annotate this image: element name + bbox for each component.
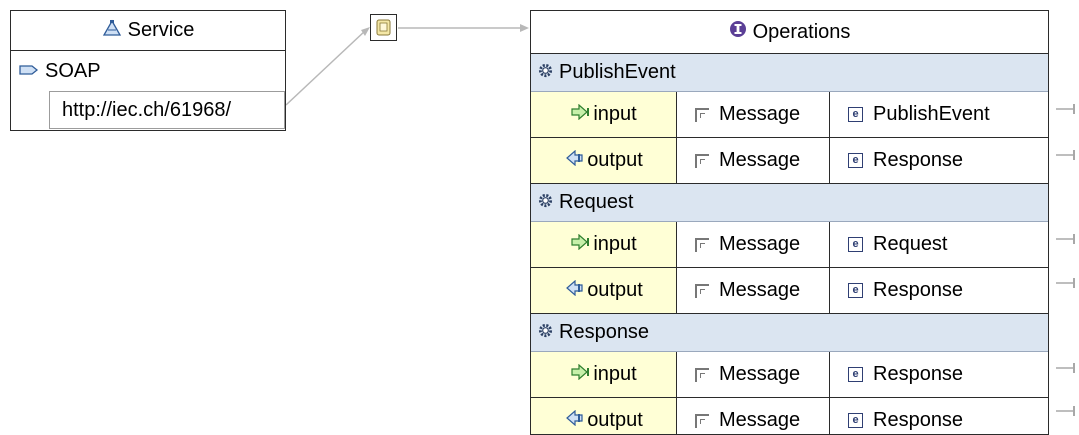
message-icon [695,237,709,252]
input-arrow-icon [570,363,590,386]
message-type-cell[interactable]: Message [677,352,830,397]
element-icon: e [848,153,863,168]
direction-cell[interactable]: output [531,138,677,183]
element-icon: e [848,367,863,382]
message-type-cell[interactable]: Message [677,398,830,434]
element-label: Response [873,149,964,171]
message-type-cell[interactable]: Message [677,92,830,137]
gear-icon [538,321,553,344]
service-icon [102,19,122,43]
message-row[interactable]: output Message e Response [531,398,1048,434]
soap-binding-row[interactable]: SOAP [19,57,101,85]
service-box[interactable]: Service SOAP http://iec.ch/61968/ [10,10,286,131]
message-type-label: Message [719,409,801,431]
link-arrow-icon[interactable] [1056,149,1076,161]
address-field[interactable]: http://iec.ch/61968/ [49,91,285,129]
message-type-label: Message [719,233,801,255]
output-arrow-icon [564,279,584,302]
output-arrow-icon [564,409,584,432]
element-icon: e [848,413,863,428]
operations-title: Operations [752,20,851,43]
message-type-label: Message [719,103,801,125]
port-icon [19,60,39,83]
direction-label: input [593,233,637,255]
soap-label: SOAP [45,59,101,82]
port-type-icon[interactable] [370,14,397,41]
message-icon [695,107,709,122]
message-type-label: Message [719,149,801,171]
element-icon: e [848,237,863,252]
message-row[interactable]: input Message e PublishEvent [531,92,1048,138]
gear-icon [538,61,553,84]
service-title: Service [127,19,195,41]
link-arrow-icon[interactable] [1056,103,1076,115]
element-cell[interactable]: e Request [830,222,1048,267]
gear-icon [538,191,553,214]
message-row[interactable]: output Message e Response [531,268,1048,314]
message-type-cell[interactable]: Message [677,222,830,267]
link-arrow-icon[interactable] [1056,362,1076,374]
message-row[interactable]: input Message e Request [531,222,1048,268]
message-icon [695,283,709,298]
input-arrow-icon [570,233,590,256]
message-type-label: Message [719,363,801,385]
direction-label: output [587,409,643,431]
element-label: PublishEvent [873,103,990,125]
message-icon [695,413,709,428]
direction-label: output [587,279,643,301]
direction-cell[interactable]: input [531,222,677,267]
output-arrow-icon [564,149,584,172]
message-icon [695,367,709,382]
operations-header: Operations [531,11,1048,54]
message-row[interactable]: output Message e Response [531,138,1048,184]
direction-cell[interactable]: output [531,268,677,313]
link-arrow-icon[interactable] [1056,405,1076,417]
element-cell[interactable]: e Response [830,138,1048,183]
message-type-cell[interactable]: Message [677,268,830,313]
element-icon: e [848,107,863,122]
direction-cell[interactable]: input [531,352,677,397]
element-icon: e [848,283,863,298]
interface-icon [729,20,747,44]
element-label: Response [873,409,964,431]
message-row[interactable]: input Message e Response [531,352,1048,398]
operation-name: Request [559,191,634,213]
link-arrow-icon[interactable] [1056,233,1076,245]
direction-cell[interactable]: input [531,92,677,137]
operation-row-publishevent[interactable]: PublishEvent [531,54,1048,92]
message-type-label: Message [719,279,801,301]
element-label: Response [873,363,964,385]
element-cell[interactable]: e PublishEvent [830,92,1048,137]
operation-name: PublishEvent [559,61,676,83]
element-cell[interactable]: e Response [830,268,1048,313]
operation-name: Response [559,321,650,343]
service-header: Service [11,11,285,51]
element-cell[interactable]: e Response [830,398,1048,434]
direction-label: input [593,103,637,125]
message-icon [695,153,709,168]
operation-row-response[interactable]: Response [531,314,1048,352]
operations-panel[interactable]: Operations PublishEvent input Message e … [530,10,1049,435]
input-arrow-icon [570,103,590,126]
direction-label: input [593,363,637,385]
element-label: Response [873,279,964,301]
direction-label: output [587,149,643,171]
link-arrow-icon[interactable] [1056,277,1076,289]
message-type-cell[interactable]: Message [677,138,830,183]
element-label: Request [873,233,948,255]
direction-cell[interactable]: output [531,398,677,434]
element-cell[interactable]: e Response [830,352,1048,397]
operation-row-request[interactable]: Request [531,184,1048,222]
